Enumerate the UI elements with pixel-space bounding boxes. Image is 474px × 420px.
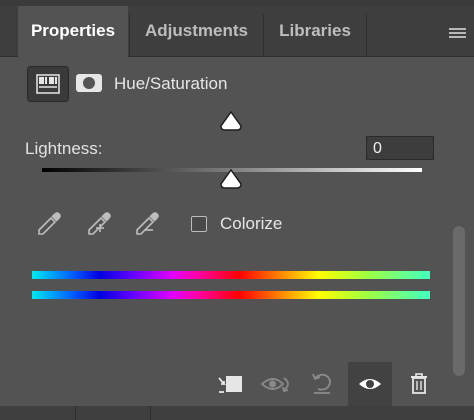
lightness-label: Lightness:	[25, 139, 103, 158]
footer-divider	[75, 406, 76, 420]
panel-menu-icon[interactable]	[449, 28, 466, 40]
colorize-checkbox[interactable]	[191, 216, 207, 232]
view-previous-state-icon[interactable]	[259, 368, 291, 400]
clip-to-layer-icon[interactable]	[214, 368, 246, 400]
trash-icon[interactable]	[403, 368, 435, 400]
adjustment-layer-icon[interactable]	[27, 66, 69, 102]
panel-scrollbar[interactable]	[453, 226, 465, 376]
tab-libraries[interactable]: Libraries	[264, 6, 366, 56]
eyedropper-subtract-icon[interactable]	[133, 208, 163, 238]
tab-bar: Properties Adjustments Libraries	[0, 6, 474, 57]
adjustment-layer-title: Hue/Saturation	[114, 74, 228, 93]
tab-adjustments[interactable]: Adjustments	[130, 6, 263, 56]
visibility-toggle-button[interactable]	[348, 362, 392, 406]
tab-divider	[366, 14, 367, 56]
layer-mask-icon[interactable]	[71, 66, 107, 100]
hue-slider-thumb[interactable]	[218, 110, 244, 137]
input-hue-spectrum	[32, 271, 430, 279]
eyedropper-add-icon[interactable]	[85, 208, 115, 238]
lightness-value-input[interactable]: 0	[366, 136, 434, 160]
reset-icon[interactable]	[306, 368, 338, 400]
eyedropper-icon[interactable]	[35, 208, 65, 238]
tab-properties[interactable]: Properties	[18, 6, 128, 57]
visibility-eye-icon	[359, 379, 381, 389]
colorize-label: Colorize	[220, 214, 283, 233]
output-hue-spectrum	[32, 291, 430, 299]
lightness-slider-thumb[interactable]	[218, 168, 244, 195]
footer-divider	[150, 406, 151, 420]
panel-footer-strip	[0, 406, 474, 420]
